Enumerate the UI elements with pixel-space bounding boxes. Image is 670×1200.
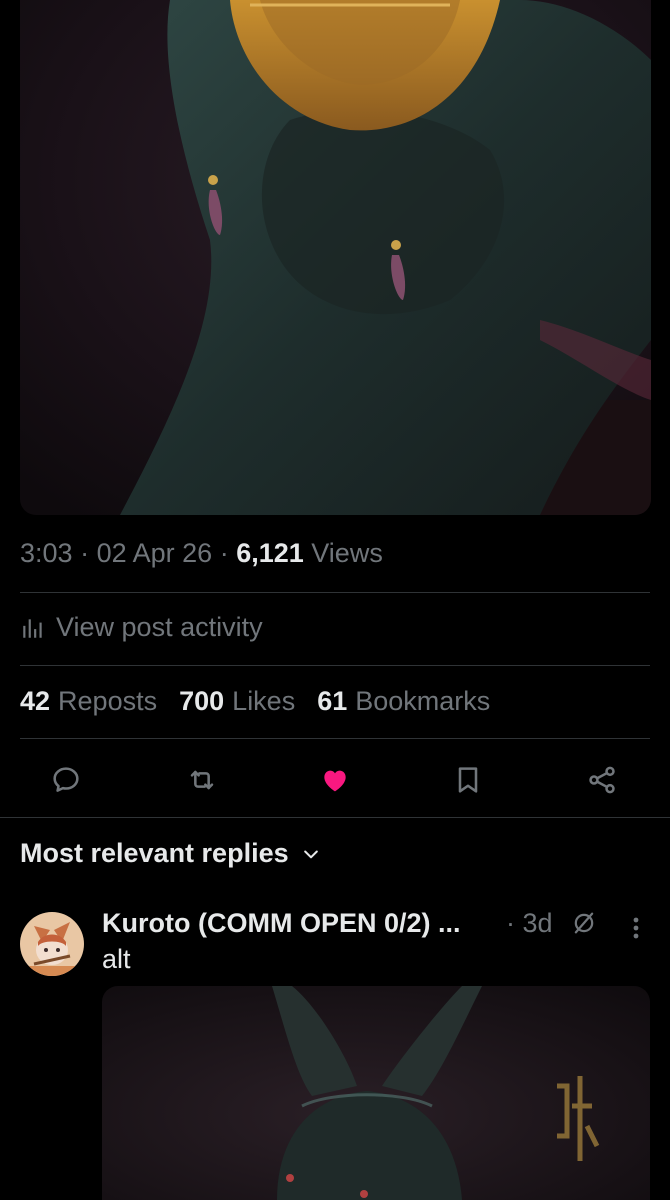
reply-more-button[interactable] [626,910,646,946]
separator-dot: · [219,538,237,568]
comment-icon [53,767,79,792]
like-button[interactable] [307,752,363,808]
post-action-bar [0,752,670,808]
no-grok-icon [574,912,594,934]
reposts-stat[interactable]: 42 Reposts [20,686,157,717]
view-post-activity-link[interactable]: View post activity [20,612,263,643]
reply-age-value: 3d [522,908,553,938]
reply-text: alt [102,944,131,974]
share-button[interactable] [574,752,630,808]
divider [0,817,670,818]
more-icon [633,917,639,939]
divider [20,592,650,593]
replies-sort-label: Most relevant replies [20,838,289,868]
reply-author-name[interactable]: Kuroto (COMM OPEN 0/2) ... [102,908,461,939]
chevron-down-icon [303,850,318,858]
bookmarks-stat[interactable]: 61 Bookmarks [317,686,490,717]
reply-age: · 3d [506,908,598,939]
bookmarks-label: Bookmarks [355,686,491,716]
post-media-image[interactable] [20,0,651,515]
bookmark-icon [458,767,478,793]
reposts-label: Reposts [58,686,158,716]
separator-dot: · [80,538,97,568]
reply-media-image[interactable] [102,986,650,1200]
divider [20,665,650,666]
reply-button[interactable] [38,752,94,808]
post-date: 02 Apr 26 [96,538,213,568]
repost-icon [190,770,214,790]
engagement-stats: 42 Reposts 700 Likes 61 Bookmarks [20,686,490,717]
separator-dot: · [506,908,523,938]
artwork-illustration [20,0,651,515]
views-count: 6,121 [236,538,304,568]
analytics-icon [23,618,42,638]
heart-icon [324,770,346,792]
reposts-count: 42 [20,686,51,716]
view-post-activity-label: View post activity [56,612,263,642]
avatar-image [20,912,84,976]
repost-button[interactable] [174,752,230,808]
post-time: 3:03 [20,538,73,568]
avatar[interactable] [20,912,84,976]
share-icon [589,766,615,794]
artwork-illustration [102,986,650,1200]
likes-stat[interactable]: 700 Likes [179,686,295,717]
post-metadata: 3:03 · 02 Apr 26 · 6,121 Views [20,538,383,569]
likes-count: 700 [179,686,225,716]
likes-label: Likes [232,686,296,716]
bookmarks-count: 61 [317,686,348,716]
replies-sort-dropdown[interactable]: Most relevant replies [20,838,321,869]
views-label: Views [311,538,383,568]
bookmark-button[interactable] [440,752,496,808]
divider [20,738,650,739]
